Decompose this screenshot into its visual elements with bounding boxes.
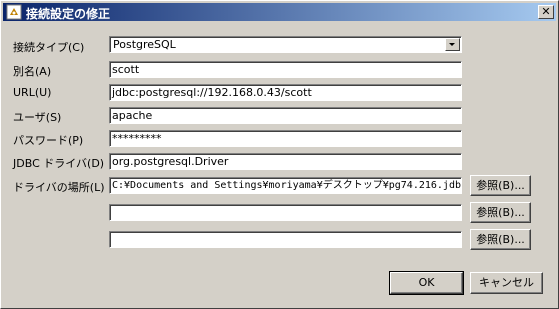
url-input[interactable]: jdbc:postgresql://192.168.0.43/scott — [109, 84, 462, 101]
password-label: パスワード(P) — [13, 134, 84, 147]
driver-location-label: ドライバの場所(L) — [13, 181, 105, 194]
connection-type-label: 接続タイプ(C) — [13, 41, 85, 54]
jdbc-driver-label: JDBC ドライバ(D) — [13, 157, 105, 170]
alias-input[interactable]: scott — [109, 61, 462, 78]
app-icon — [6, 4, 22, 20]
user-input[interactable]: apache — [109, 107, 462, 124]
driver-path-input-1[interactable]: C:¥Documents and Settings¥moriyama¥デスクトッ… — [109, 177, 462, 194]
driver-path-input-3[interactable] — [109, 231, 462, 248]
browse-button-3[interactable]: 参照(B)... — [470, 229, 531, 250]
dialog-window: 接続設定の修正 ✕ 接続タイプ(C) PostgreSQL 別名(A) scot… — [0, 0, 559, 309]
cancel-button[interactable]: キャンセル — [470, 272, 543, 294]
title-bar[interactable]: 接続設定の修正 ✕ — [3, 3, 556, 21]
alias-label: 別名(A) — [13, 65, 52, 78]
user-label: ユーザ(S) — [13, 111, 62, 124]
driver-path-input-2[interactable] — [109, 204, 462, 221]
password-input[interactable]: ********* — [109, 130, 462, 147]
close-button[interactable]: ✕ — [538, 5, 554, 19]
ok-button[interactable]: OK — [389, 271, 464, 295]
browse-button-1[interactable]: 参照(B)... — [470, 175, 531, 196]
jdbc-driver-input[interactable]: org.postgresql.Driver — [109, 153, 462, 170]
connection-type-value: PostgreSQL — [113, 38, 176, 51]
chevron-down-icon[interactable] — [445, 38, 460, 51]
window-title: 接続設定の修正 — [26, 7, 111, 21]
browse-button-2[interactable]: 参照(B)... — [470, 202, 531, 223]
url-label: URL(U) — [13, 86, 52, 99]
connection-type-select[interactable]: PostgreSQL — [109, 36, 462, 53]
